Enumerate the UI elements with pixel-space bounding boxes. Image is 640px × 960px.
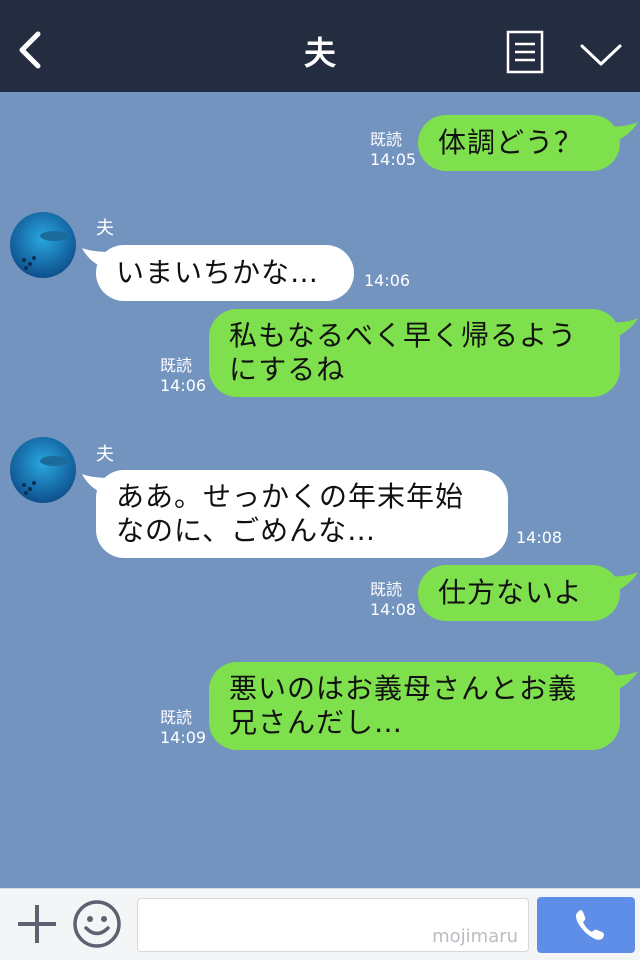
bubble-tail (604, 671, 638, 693)
read-status: 既読 14:09 (160, 708, 207, 747)
chevron-down-icon (580, 44, 622, 66)
message-text-line: 悪いのはお義母さんとお義 (229, 672, 578, 705)
message-text-line: 私もなるべく早く帰るよう (229, 319, 578, 352)
plus-icon (18, 905, 56, 943)
avatar[interactable] (10, 212, 76, 278)
message-text: 仕方ないよ (438, 576, 583, 609)
sender-name: 夫 (96, 444, 114, 465)
message-bubble-outgoing[interactable]: 体調どう？ (418, 115, 620, 171)
notes-button[interactable] (506, 30, 544, 74)
message-text-line: 兄さんだし… (229, 706, 404, 739)
bubble-tail (604, 572, 638, 594)
message-text: 体調どう？ (438, 126, 584, 159)
watermark-text: mojimaru (432, 926, 518, 947)
message-time: 14:08 (516, 528, 563, 547)
notes-icon (506, 30, 544, 74)
message-input-bar: mojimaru (0, 888, 640, 960)
read-status: 既読 14:08 (370, 580, 417, 619)
avatar[interactable] (10, 437, 76, 503)
emoji-icon (73, 900, 121, 948)
bubble-tail (604, 122, 638, 144)
message-bubble-outgoing[interactable]: 私もなるべく早く帰るよう にするね (209, 309, 620, 397)
call-button[interactable] (537, 897, 635, 953)
message-text-line: にするね (229, 353, 346, 386)
sender-name: 夫 (96, 218, 114, 239)
message-bubble-incoming[interactable]: いまいちかな… (96, 245, 354, 301)
emoji-button[interactable] (72, 899, 122, 949)
avatar-ocean-image (10, 212, 76, 278)
message-text: いまいちかな… (116, 256, 320, 289)
message-bubble-outgoing[interactable]: 悪いのはお義母さんとお義 兄さんだし… (209, 662, 620, 750)
message-text-line: ああ。せっかくの年末年始 (116, 480, 465, 513)
message-text-line: なのに、ごめんな… (116, 514, 377, 547)
read-status: 既読 14:05 (370, 130, 417, 169)
avatar-ocean-image (10, 437, 76, 503)
message-time: 14:06 (364, 271, 411, 290)
phone-icon (576, 910, 604, 940)
add-attachment-button[interactable] (14, 901, 60, 947)
read-status: 既読 14:06 (160, 356, 207, 395)
message-bubble-incoming[interactable]: ああ。せっかくの年末年始 なのに、ごめんな… (96, 470, 508, 558)
chat-header: 夫 (0, 0, 640, 92)
bubble-tail (604, 318, 638, 340)
message-bubble-outgoing[interactable]: 仕方ないよ (418, 565, 620, 621)
menu-dropdown-button[interactable] (578, 36, 624, 70)
message-input[interactable]: mojimaru (137, 898, 529, 952)
chat-title: 夫 (303, 34, 336, 72)
